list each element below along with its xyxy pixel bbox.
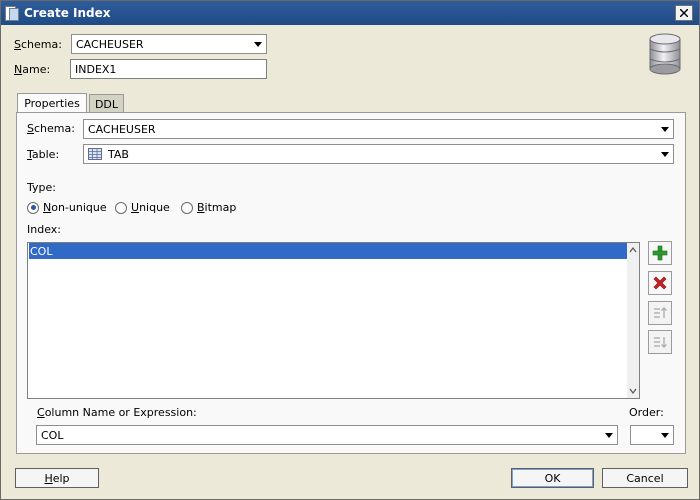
properties-schema-label: Schema:	[27, 122, 75, 135]
window-title: Create Index	[24, 6, 111, 20]
chevron-down-icon	[250, 35, 266, 53]
title-bar[interactable]: Create Index	[1, 1, 699, 25]
column-expression-select[interactable]: COL	[36, 425, 618, 445]
order-label: Order:	[629, 406, 664, 419]
radio-circle	[27, 201, 39, 214]
create-index-dialog: Create Index Schema: CACHEUSER Name: IND…	[0, 0, 700, 500]
radio-bitmap[interactable]: Bitmap	[181, 201, 236, 214]
radio-non-unique-label: Non-unique	[43, 201, 107, 214]
add-column-button[interactable]	[648, 241, 672, 265]
radio-bitmap-label: Bitmap	[197, 201, 237, 214]
tab-properties[interactable]: Properties	[17, 93, 87, 113]
chevron-down-icon	[657, 145, 673, 163]
remove-column-button[interactable]	[648, 271, 672, 295]
radio-circle	[115, 201, 127, 214]
radio-circle	[181, 201, 193, 214]
table-icon	[88, 148, 102, 160]
chevron-down-icon	[601, 426, 617, 444]
ok-button[interactable]: OK	[511, 468, 594, 488]
index-list[interactable]: COL	[27, 242, 640, 399]
name-label: Name:	[14, 63, 51, 76]
add-icon	[652, 245, 668, 261]
move-down-button[interactable]	[648, 330, 672, 354]
database-icon	[649, 33, 681, 75]
order-select[interactable]	[630, 425, 674, 445]
properties-schema-select[interactable]: CACHEUSER	[83, 119, 674, 139]
radio-non-unique[interactable]: Non-unique	[27, 201, 107, 214]
schema-select-value: CACHEUSER	[76, 37, 144, 51]
scroll-up-icon[interactable]	[629, 246, 637, 254]
tab-ddl[interactable]: DDL	[89, 94, 124, 114]
move-up-button[interactable]	[648, 301, 672, 325]
schema-select[interactable]: CACHEUSER	[71, 34, 267, 54]
cancel-button[interactable]: Cancel	[602, 468, 688, 488]
chevron-down-icon	[657, 120, 673, 138]
radio-dot	[30, 205, 36, 210]
table-select-value: TAB	[108, 147, 129, 161]
column-name-label: Column Name or Expression:	[37, 406, 197, 419]
vertical-scrollbar[interactable]	[627, 243, 639, 398]
app-icon	[5, 5, 19, 21]
scroll-down-icon[interactable]	[629, 387, 637, 395]
chevron-down-icon	[657, 426, 673, 444]
name-field[interactable]: INDEX1	[70, 59, 267, 79]
list-item[interactable]: COL	[29, 243, 627, 259]
schema-label: Schema:	[14, 38, 62, 51]
radio-unique[interactable]: Unique	[115, 201, 170, 214]
move-up-icon	[654, 307, 667, 318]
type-label: Type:	[27, 181, 56, 194]
properties-schema-value: CACHEUSER	[88, 122, 156, 136]
delete-icon	[653, 276, 667, 290]
table-label: Table:	[27, 148, 60, 161]
close-button[interactable]	[675, 5, 693, 21]
help-button-label: Help	[44, 471, 70, 485]
index-label: Index:	[27, 223, 61, 236]
radio-unique-label: Unique	[131, 201, 170, 214]
column-expression-value: COL	[41, 428, 64, 442]
table-select[interactable]: TAB	[83, 144, 674, 164]
help-button[interactable]: Help	[15, 468, 99, 488]
move-down-icon	[654, 337, 667, 348]
close-icon	[680, 9, 688, 17]
